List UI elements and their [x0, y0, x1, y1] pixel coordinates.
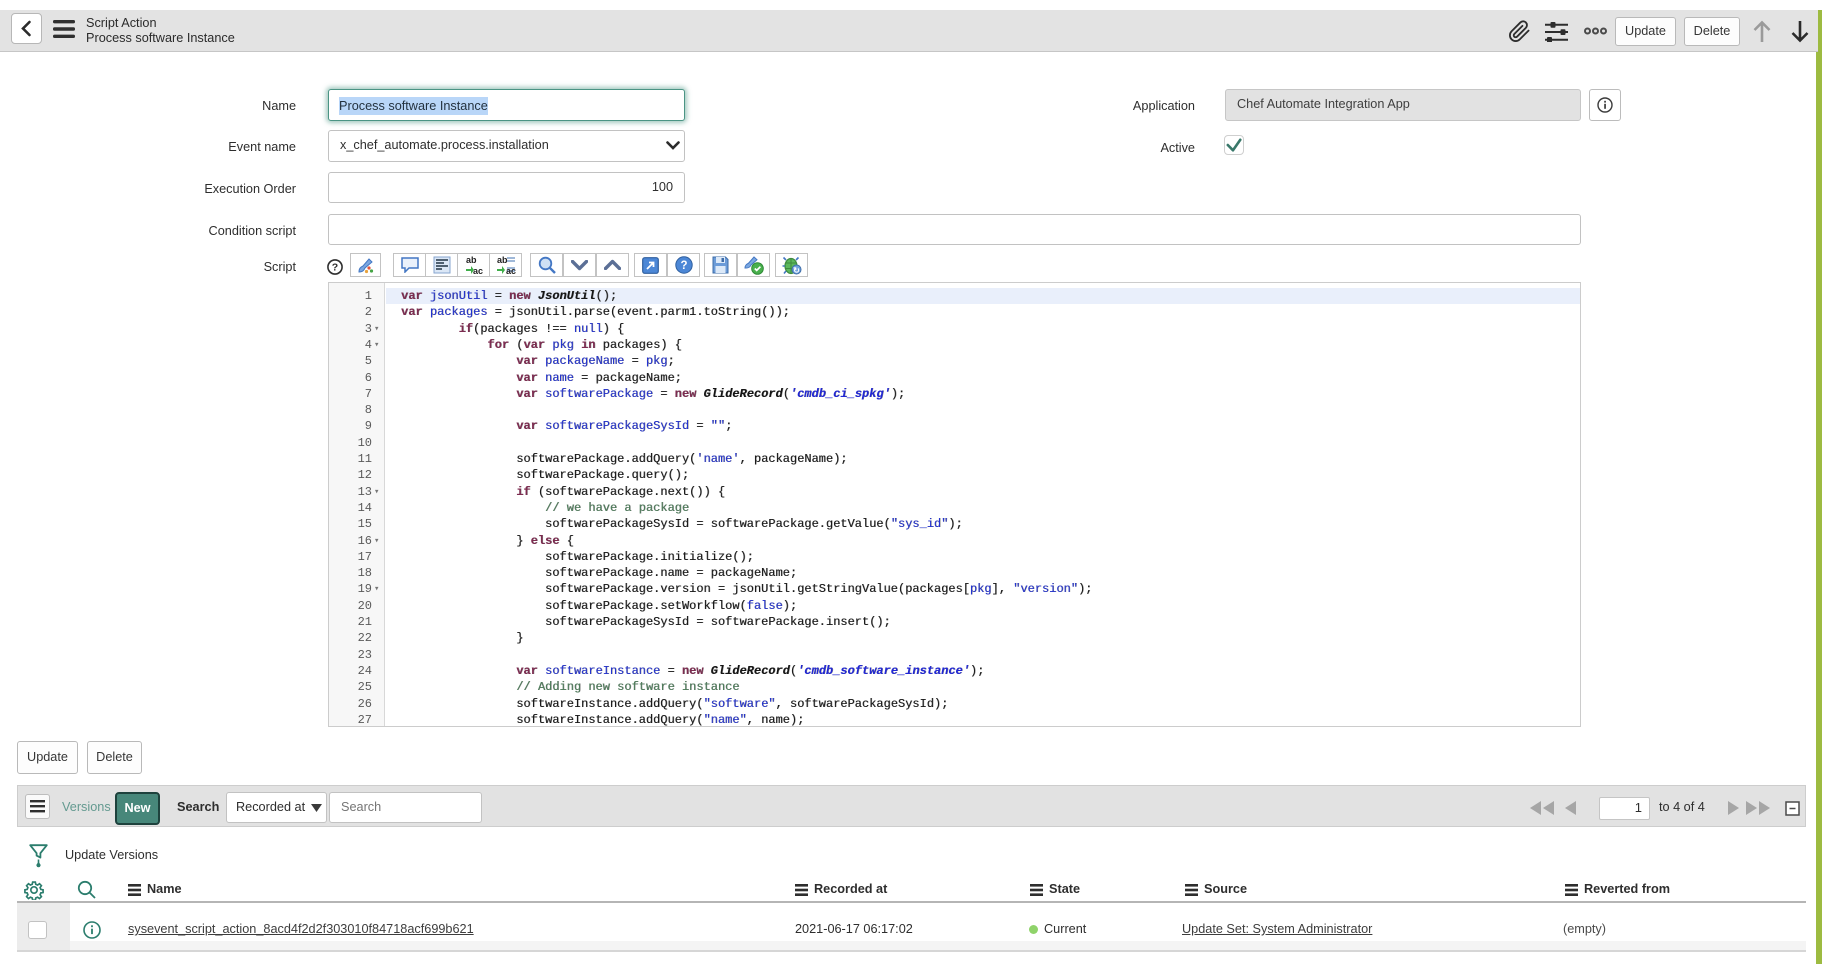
svg-text:ab: ab: [466, 255, 477, 265]
svg-text:ab: ab: [497, 255, 508, 265]
svg-text:↻: ↻: [793, 266, 800, 275]
svg-text:ac: ac: [473, 266, 483, 275]
svg-text:?: ?: [680, 260, 687, 272]
svg-text:?: ?: [332, 262, 338, 274]
svg-text:ac: ac: [506, 266, 516, 275]
